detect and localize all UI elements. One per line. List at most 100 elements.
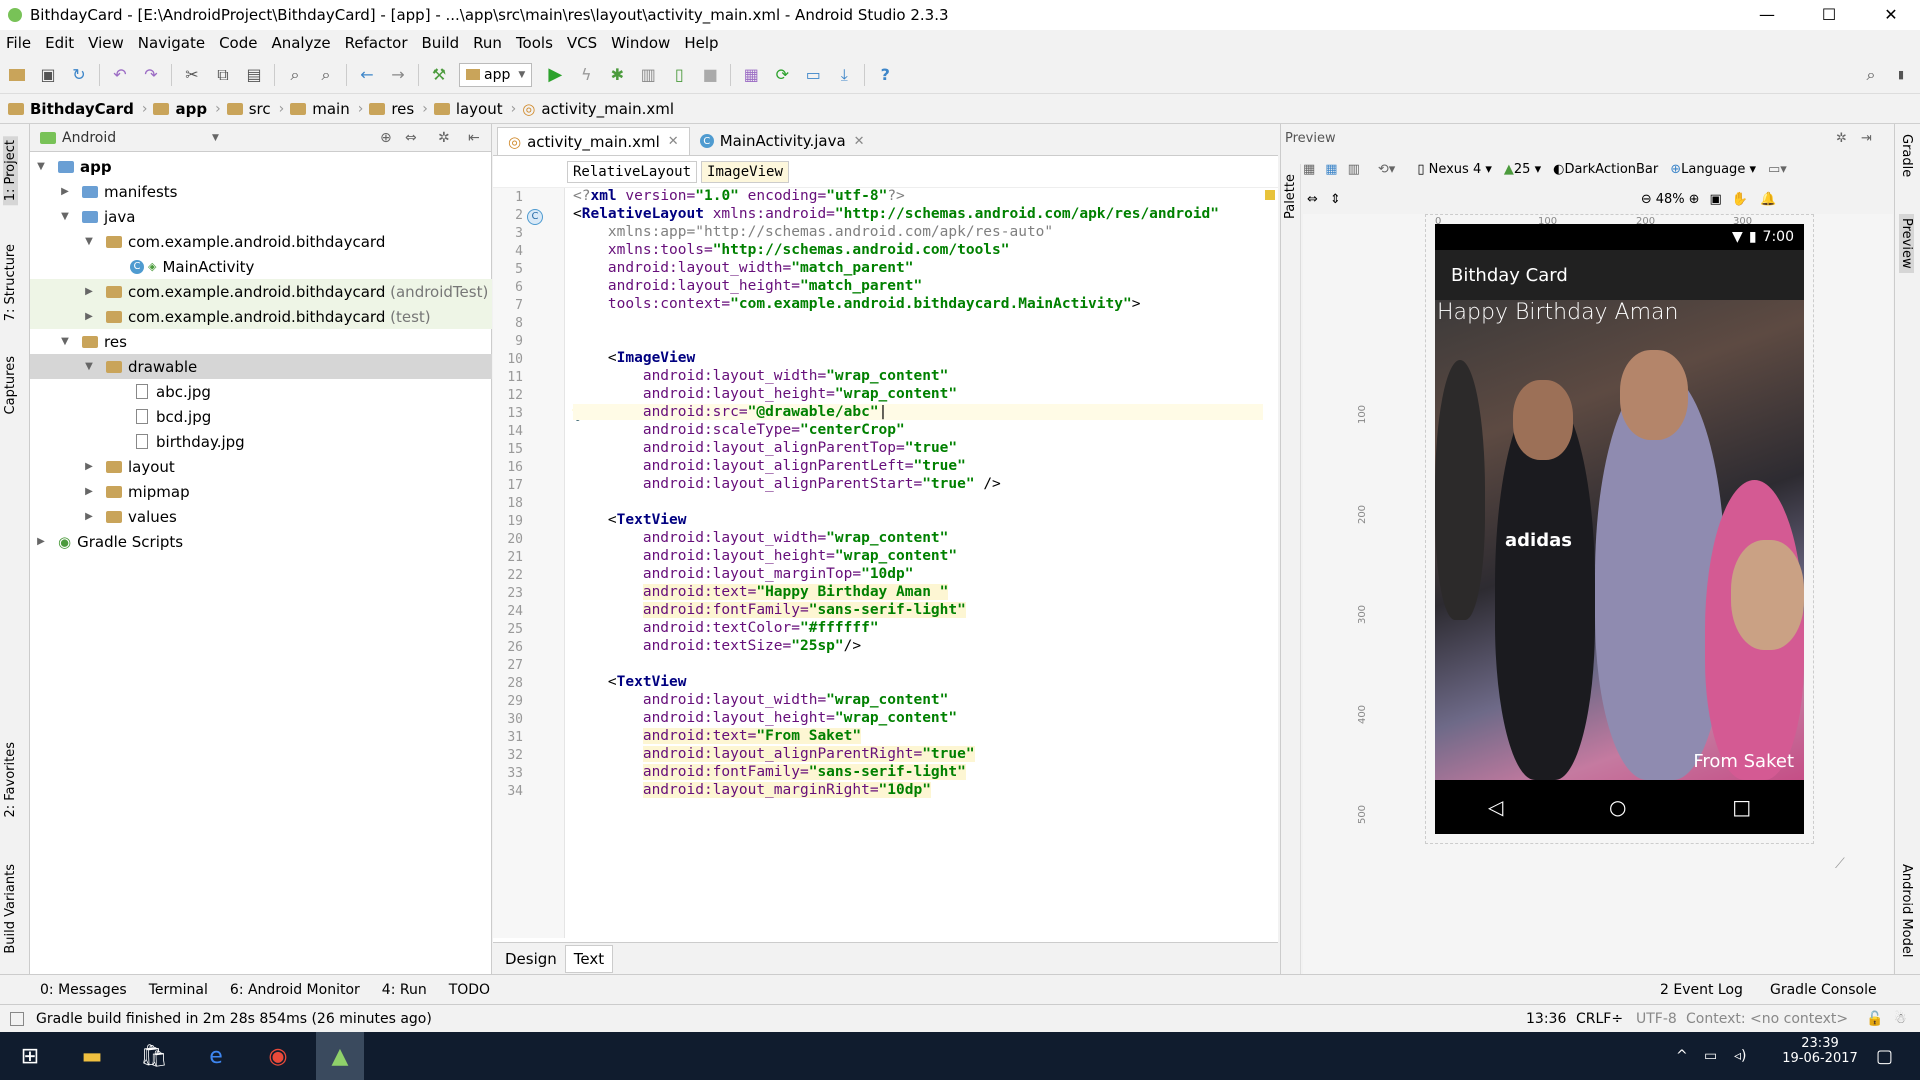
tool-android-monitor[interactable]: 6: Android Monitor bbox=[230, 982, 360, 998]
tab-text[interactable]: Text bbox=[564, 944, 614, 973]
back-icon[interactable]: ← bbox=[356, 64, 378, 86]
tab-gradle[interactable]: Gradle bbox=[1899, 134, 1914, 177]
copy-icon[interactable]: ⧉ bbox=[212, 64, 234, 86]
breadcrumb-layout[interactable]: layout bbox=[433, 100, 503, 118]
tab-structure[interactable]: 7: Structure bbox=[3, 244, 18, 321]
sdk-manager-icon[interactable]: ⤓ bbox=[833, 64, 855, 86]
tab-design[interactable]: Design bbox=[497, 946, 565, 972]
tab-activity-main[interactable]: ◎ activity_main.xml ✕ bbox=[497, 127, 690, 155]
menu-refactor[interactable]: Refactor bbox=[345, 34, 408, 52]
sync-icon[interactable]: ↻ bbox=[68, 64, 90, 86]
menu-run[interactable]: Run bbox=[473, 34, 502, 52]
collapse-all-icon[interactable]: ⇔ bbox=[405, 130, 417, 146]
menu-vcs[interactable]: VCS bbox=[567, 34, 597, 52]
network-icon[interactable]: ▭ bbox=[1704, 1048, 1717, 1064]
menu-view[interactable]: View bbox=[88, 34, 124, 52]
breadcrumb-file[interactable]: ◎ activity_main.xml bbox=[522, 100, 674, 118]
fit-height-icon[interactable]: ⇕ bbox=[1330, 192, 1341, 207]
find-icon[interactable]: ⌕ bbox=[284, 64, 306, 86]
gear-icon[interactable]: ✲ bbox=[438, 130, 450, 146]
home-nav-icon[interactable]: ○ bbox=[1609, 795, 1626, 819]
design-surface-icon[interactable]: ▦ bbox=[1303, 162, 1315, 177]
menu-window[interactable]: Window bbox=[611, 34, 670, 52]
make-project-icon[interactable]: ⚒ bbox=[428, 64, 450, 86]
tab-build-variants[interactable]: Build Variants bbox=[3, 864, 18, 954]
tool-gradle-console[interactable]: Gradle Console bbox=[1770, 982, 1877, 998]
minimize-button[interactable]: — bbox=[1744, 0, 1790, 30]
warning-marker[interactable] bbox=[1265, 190, 1275, 200]
code-editor[interactable]: <?xml version="1.0" encoding="utf-8"?> <… bbox=[573, 188, 1263, 938]
replace-icon[interactable]: ⌕ bbox=[315, 64, 337, 86]
menu-file[interactable]: File bbox=[6, 34, 31, 52]
search-everywhere-icon[interactable]: ⌕ bbox=[1860, 64, 1882, 86]
zoom-out-icon[interactable]: ⊖ bbox=[1641, 192, 1652, 207]
xml-crumb-imageview[interactable]: ImageView bbox=[701, 160, 789, 183]
tool-messages[interactable]: 0: Messages bbox=[40, 982, 127, 998]
paste-icon[interactable]: ▤ bbox=[243, 64, 265, 86]
menu-tools[interactable]: Tools bbox=[516, 34, 553, 52]
tab-captures[interactable]: Captures bbox=[3, 356, 18, 414]
hide-panel-icon[interactable]: ⇥ bbox=[1861, 131, 1872, 146]
open-folder-icon[interactable] bbox=[6, 64, 28, 86]
device-select[interactable]: ▯ Nexus 4 ▾ bbox=[1417, 162, 1492, 177]
chrome-icon[interactable]: ◉ bbox=[254, 1032, 302, 1080]
chevron-down-icon[interactable]: ▼ bbox=[212, 133, 219, 143]
blueprint-icon[interactable]: ▦ bbox=[1325, 162, 1337, 177]
tree-item-values[interactable]: ▶ values bbox=[82, 504, 177, 529]
tab-project[interactable]: 1: Project bbox=[3, 136, 18, 206]
forward-icon[interactable]: → bbox=[387, 64, 409, 86]
edge-icon[interactable]: e bbox=[192, 1032, 240, 1080]
android-studio-taskbar-icon[interactable]: ▲ bbox=[316, 1032, 364, 1080]
menu-help[interactable]: Help bbox=[684, 34, 718, 52]
tree-item-layout[interactable]: ▶ layout bbox=[82, 454, 175, 479]
debug-icon[interactable]: ✱ bbox=[606, 64, 628, 86]
class-marker-icon[interactable]: C bbox=[527, 209, 543, 225]
run-config-select[interactable]: app ▼ bbox=[459, 62, 533, 87]
resize-handle-icon[interactable]: ⟋ bbox=[1835, 856, 1845, 872]
fit-width-icon[interactable]: ⇔ bbox=[1307, 192, 1318, 207]
store-icon[interactable]: 🛍 bbox=[130, 1032, 178, 1080]
xml-crumb-relativelayout[interactable]: RelativeLayout bbox=[567, 160, 698, 183]
redo-icon[interactable]: ↷ bbox=[140, 64, 162, 86]
breadcrumb-main[interactable]: main bbox=[290, 100, 350, 118]
tree-item-mainactivity[interactable]: C ◈ MainActivity bbox=[130, 254, 254, 279]
zoom-in-icon[interactable]: ⊕ bbox=[1689, 192, 1700, 207]
volume-icon[interactable]: ◃) bbox=[1734, 1048, 1747, 1064]
textview-from[interactable]: From Saket bbox=[1693, 751, 1794, 772]
tool-event-log[interactable]: 2 Event Log bbox=[1660, 982, 1743, 998]
tree-item-abc[interactable]: abc.jpg bbox=[136, 379, 211, 404]
tray-up-icon[interactable]: ^ bbox=[1676, 1048, 1688, 1064]
tab-main-activity[interactable]: C MainActivity.java ✕ bbox=[690, 127, 875, 155]
profile-icon[interactable]: ▥ bbox=[637, 64, 659, 86]
inspector-icon[interactable]: ☃ bbox=[1894, 1011, 1907, 1027]
textview-happy-birthday[interactable]: Happy Birthday Aman bbox=[1437, 300, 1678, 325]
tab-android-model[interactable]: Android Model bbox=[1899, 864, 1914, 957]
language-select[interactable]: ⊕Language ▾ bbox=[1670, 162, 1756, 177]
maximize-button[interactable]: ☐ bbox=[1806, 0, 1852, 30]
close-tab-icon[interactable]: ✕ bbox=[668, 134, 679, 149]
tree-item-package-androidtest[interactable]: ▶ com.example.android.bithdaycard (androi… bbox=[30, 279, 492, 304]
theme-select[interactable]: ◐DarkActionBar bbox=[1553, 162, 1658, 177]
cut-icon[interactable]: ✂ bbox=[181, 64, 203, 86]
menu-analyze[interactable]: Analyze bbox=[271, 34, 330, 52]
breadcrumb-src[interactable]: src bbox=[226, 100, 271, 118]
toggle-tool-windows-icon[interactable] bbox=[10, 1011, 24, 1026]
caret-position[interactable]: 13:36 bbox=[1526, 1011, 1566, 1027]
both-views-icon[interactable]: ▥ bbox=[1348, 162, 1360, 177]
line-separator[interactable]: CRLF÷ bbox=[1576, 1011, 1623, 1027]
avd-manager-icon[interactable]: ▭ bbox=[802, 64, 824, 86]
action-center-icon[interactable]: ▢ bbox=[1876, 1046, 1893, 1067]
api-select[interactable]: ▲25 ▾ bbox=[1504, 162, 1541, 177]
breadcrumb-project[interactable]: BithdayCard bbox=[8, 100, 134, 118]
close-window-button[interactable]: ✕ bbox=[1868, 0, 1914, 30]
close-tab-icon[interactable]: ✕ bbox=[854, 134, 865, 149]
orientation-icon[interactable]: ⟲▾ bbox=[1378, 162, 1395, 177]
expand-icon[interactable]: ▮ bbox=[1890, 64, 1912, 86]
tab-favorites[interactable]: 2: Favorites bbox=[3, 742, 18, 818]
tool-terminal[interactable]: Terminal bbox=[149, 982, 208, 998]
windows-start-icon[interactable]: ⊞ bbox=[6, 1032, 54, 1080]
undo-icon[interactable]: ↶ bbox=[109, 64, 131, 86]
project-structure-icon[interactable]: ▦ bbox=[740, 64, 762, 86]
imageview-photo[interactable]: adidas Happy Birthday Aman From Saket bbox=[1435, 300, 1804, 780]
tree-item-mipmap[interactable]: ▶ mipmap bbox=[82, 479, 190, 504]
